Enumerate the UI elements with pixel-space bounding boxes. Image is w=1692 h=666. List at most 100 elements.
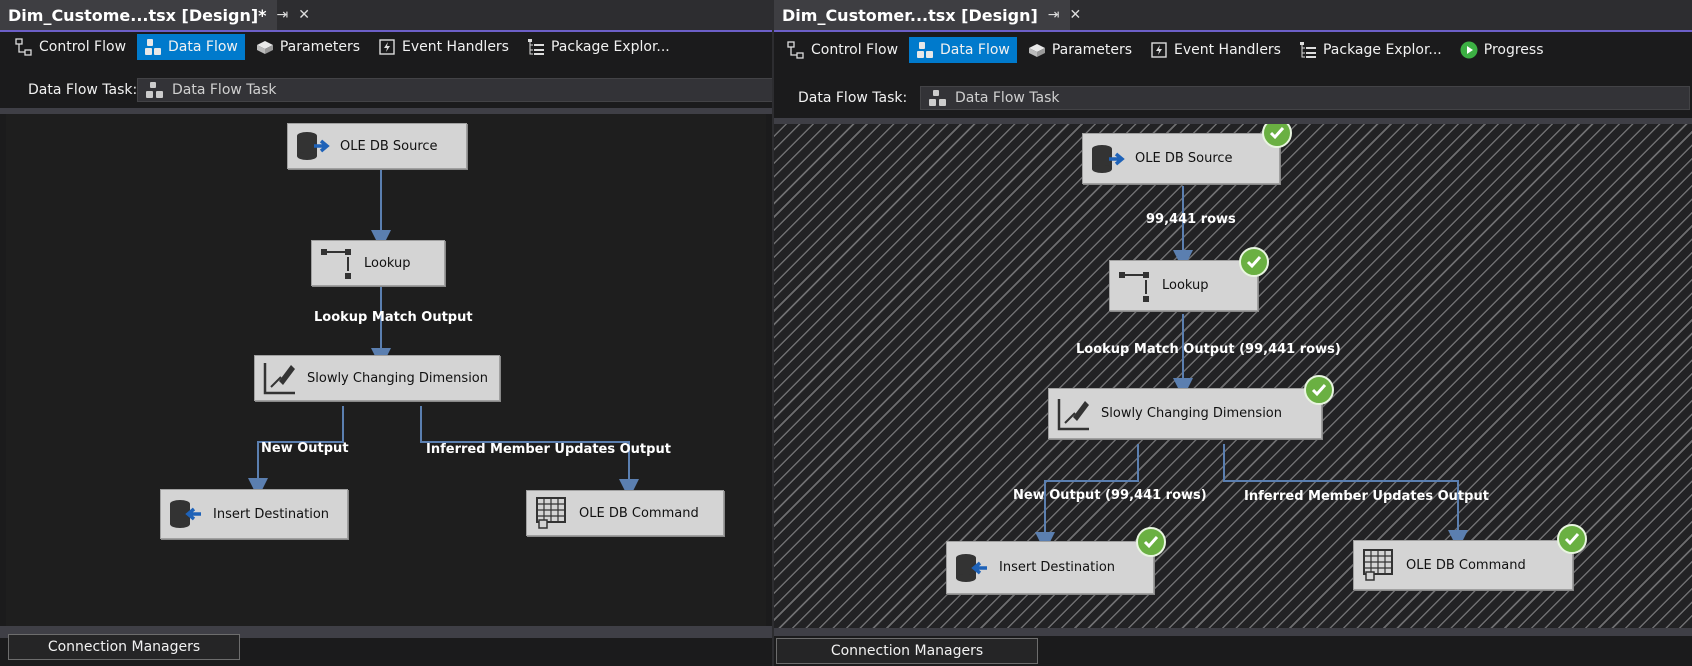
component-slowly-changing-dimension[interactable]: Slowly Changing Dimension	[254, 355, 500, 401]
component-scd-label: Slowly Changing Dimension	[1101, 406, 1282, 421]
path-label-inferred: Inferred Member Updates Output	[1244, 489, 1489, 504]
tab-progress[interactable]: Progress	[1453, 37, 1551, 63]
tab-parameters[interactable]: Parameters	[249, 34, 367, 60]
tab-parameters-label: Parameters	[1051, 42, 1132, 58]
tab-event-handlers[interactable]: Event Handlers	[371, 34, 516, 60]
success-check-icon	[1239, 247, 1269, 277]
scd-icon	[1057, 398, 1089, 430]
right-task-value: Data Flow Task	[955, 90, 1060, 106]
success-check-icon	[1304, 375, 1334, 405]
database-destination-icon	[956, 553, 987, 582]
command-icon	[1363, 549, 1393, 581]
right-designer-toolbar: Control Flow Data Flow Parameters Event …	[780, 37, 1551, 63]
data-flow-icon	[145, 39, 162, 55]
left-designer-toolbar: Control Flow Data Flow Parameters Event …	[8, 34, 677, 60]
tab-data-flow[interactable]: Data Flow	[137, 34, 245, 60]
pin-icon[interactable]: ⇥	[1048, 7, 1060, 23]
lookup-icon	[1119, 271, 1149, 302]
component-lookup[interactable]: Lookup	[1109, 260, 1258, 311]
component-ole-db-command[interactable]: OLE DB Command	[1353, 540, 1573, 590]
control-flow-icon	[787, 41, 804, 59]
scd-icon	[263, 363, 295, 395]
left-task-value: Data Flow Task	[172, 82, 277, 98]
event-handlers-icon	[1151, 42, 1167, 58]
right-connection-managers-tab[interactable]: Connection Managers	[776, 638, 1038, 664]
component-ole-db-command-label: OLE DB Command	[1406, 557, 1526, 573]
data-flow-task-icon	[146, 82, 163, 98]
component-insert-destination-label: Insert Destination	[999, 560, 1116, 575]
path-label-lookup-match: Lookup Match Output	[314, 310, 473, 325]
right-tab-strip: Dim_Customer...tsx [Design] ⇥ ✕	[774, 0, 1692, 32]
component-lookup-label: Lookup	[364, 255, 411, 271]
left-connection-managers-tab[interactable]: Connection Managers	[8, 634, 240, 660]
tab-control-flow-label: Control Flow	[39, 39, 127, 55]
left-document-tab[interactable]: Dim_Custome...tsx [Design]* ⇥ ✕	[0, 0, 310, 30]
component-lookup[interactable]: Lookup	[311, 240, 445, 286]
tab-event-handlers-label: Event Handlers	[402, 39, 509, 55]
close-icon[interactable]: ✕	[1070, 7, 1082, 23]
left-task-label: Data Flow Task:	[28, 82, 138, 98]
tab-package-explorer-label: Package Explor...	[1322, 42, 1442, 58]
component-insert-destination-label: Insert Destination	[213, 506, 330, 522]
play-progress-icon	[1460, 41, 1478, 59]
right-design-canvas[interactable]: OLE DB Source Lookup Slowly Changing Dim…	[774, 124, 1692, 631]
tab-package-explorer[interactable]: Package Explor...	[1292, 37, 1449, 63]
component-scd-label: Slowly Changing Dimension	[307, 370, 488, 386]
left-document-tab-title: Dim_Custome...tsx [Design]*	[8, 5, 267, 25]
left-tab-strip: Dim_Custome...tsx [Design]* ⇥ ✕	[0, 0, 772, 32]
tab-progress-label: Progress	[1483, 42, 1544, 58]
component-insert-destination[interactable]: Insert Destination	[946, 541, 1154, 594]
tab-event-handlers-label: Event Handlers	[1174, 42, 1281, 58]
close-icon[interactable]: ✕	[298, 7, 310, 23]
database-destination-icon	[170, 500, 201, 528]
tab-data-flow[interactable]: Data Flow	[909, 37, 1017, 63]
path-label-source-rows: 99,441 rows	[1146, 212, 1236, 227]
right-document-tab-title: Dim_Customer...tsx [Design]	[782, 5, 1038, 25]
tab-parameters[interactable]: Parameters	[1021, 37, 1139, 63]
path-label-new-output: New Output	[261, 441, 349, 456]
component-insert-destination[interactable]: Insert Destination	[160, 489, 348, 539]
component-ole-db-source-label: OLE DB Source	[1135, 151, 1233, 166]
tab-event-handlers[interactable]: Event Handlers	[1143, 37, 1288, 63]
component-ole-db-command-label: OLE DB Command	[579, 505, 699, 521]
right-task-selector-row: Data Flow Task: Data Flow Task	[774, 86, 1692, 110]
tab-package-explorer[interactable]: Package Explor...	[520, 34, 677, 60]
event-handlers-icon	[379, 39, 395, 55]
right-bottom-strip	[774, 628, 1692, 636]
component-slowly-changing-dimension[interactable]: Slowly Changing Dimension	[1048, 388, 1322, 439]
success-check-icon	[1136, 527, 1166, 557]
database-source-icon	[297, 132, 330, 160]
success-check-icon	[1557, 524, 1587, 554]
package-explorer-icon	[1299, 42, 1316, 58]
tab-parameters-label: Parameters	[279, 39, 360, 55]
tab-control-flow[interactable]: Control Flow	[780, 37, 905, 63]
component-lookup-label: Lookup	[1162, 278, 1209, 293]
left-task-selector-row: Data Flow Task: Data Flow Task	[0, 78, 772, 102]
left-connection-managers-label: Connection Managers	[47, 639, 201, 655]
component-ole-db-source[interactable]: OLE DB Source	[1082, 133, 1280, 184]
path-label-new-output: New Output (99,441 rows)	[1013, 488, 1207, 503]
left-task-dropdown[interactable]: Data Flow Task	[137, 78, 772, 102]
parameters-icon	[256, 41, 273, 54]
pin-icon[interactable]: ⇥	[277, 7, 289, 23]
path-label-inferred: Inferred Member Updates Output	[426, 442, 671, 457]
package-explorer-icon	[527, 39, 544, 55]
data-flow-icon	[917, 42, 934, 58]
tab-package-explorer-label: Package Explor...	[550, 39, 670, 55]
left-design-canvas[interactable]: OLE DB Source Lookup Slowly Changing Dim…	[6, 114, 766, 632]
right-task-dropdown[interactable]: Data Flow Task	[920, 86, 1690, 110]
right-document-tab[interactable]: Dim_Customer...tsx [Design] ⇥ ✕	[774, 0, 1081, 30]
component-ole-db-source[interactable]: OLE DB Source	[287, 123, 467, 169]
tab-control-flow-label: Control Flow	[811, 42, 899, 58]
tab-data-flow-label: Data Flow	[940, 42, 1010, 58]
command-icon	[536, 497, 566, 529]
control-flow-icon	[15, 38, 32, 56]
tab-data-flow-label: Data Flow	[168, 39, 238, 55]
component-ole-db-source-label: OLE DB Source	[340, 138, 438, 154]
data-flow-task-icon	[929, 90, 946, 106]
left-designer-pane: Dim_Custome...tsx [Design]* ⇥ ✕ Control …	[0, 0, 772, 666]
component-ole-db-command[interactable]: OLE DB Command	[526, 490, 724, 536]
tab-control-flow[interactable]: Control Flow	[8, 34, 133, 60]
right-designer-pane: Dim_Customer...tsx [Design] ⇥ ✕ Control …	[774, 0, 1692, 666]
database-source-icon	[1092, 144, 1125, 173]
